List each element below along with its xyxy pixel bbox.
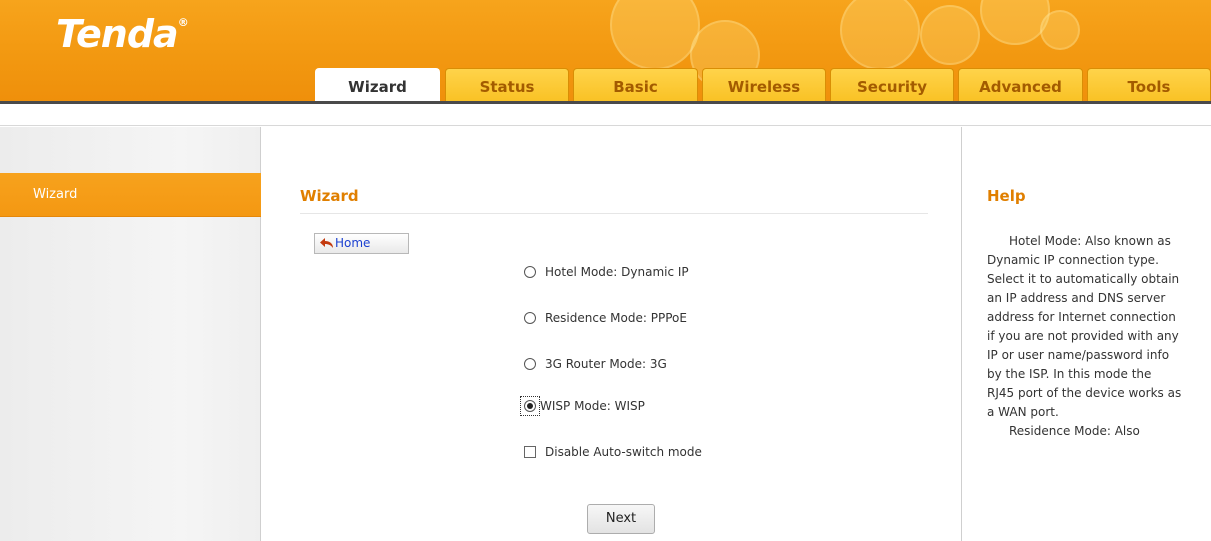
home-button[interactable]: Home [314, 233, 409, 254]
option-label: Disable Auto-switch mode [545, 445, 702, 459]
tab-tools[interactable]: Tools [1087, 68, 1211, 101]
help-panel: Help Hotel Mode: Also known as Dynamic I… [961, 127, 1211, 541]
radio-3g-router-mode[interactable]: 3G Router Mode: 3G [524, 355, 724, 373]
option-label: Residence Mode: PPPoE [545, 311, 687, 325]
checkbox-disable-auto-switch[interactable]: Disable Auto-switch mode [524, 443, 744, 461]
decor-bubble [980, 0, 1050, 45]
tab-basic[interactable]: Basic [573, 68, 698, 101]
decor-bubble [1040, 10, 1080, 50]
tab-status[interactable]: Status [445, 68, 569, 101]
home-button-label: Home [335, 236, 371, 250]
radio-hotel-mode[interactable]: Hotel Mode: Dynamic IP [524, 263, 724, 281]
radio-indicator[interactable] [524, 266, 536, 278]
radio-indicator[interactable] [524, 358, 536, 370]
option-label: Hotel Mode: Dynamic IP [545, 265, 689, 279]
sidebar-item-wizard[interactable]: Wizard [0, 173, 261, 217]
radio-residence-mode[interactable]: Residence Mode: PPPoE [524, 309, 724, 327]
tab-security[interactable]: Security [830, 68, 954, 101]
main-content: Wizard Home Hotel Mode: Dynamic IP Resid… [262, 127, 960, 541]
tab-wizard[interactable]: Wizard [315, 68, 440, 102]
radio-indicator[interactable] [524, 312, 536, 324]
radio-wisp-mode[interactable]: WISP Mode: WISP [520, 396, 724, 416]
subheader-bar [0, 104, 1211, 126]
page-title: Wizard [300, 187, 359, 205]
sidebar: Wizard [0, 127, 261, 541]
registered-mark: ® [177, 16, 189, 29]
help-paragraph: Residence Mode: Also [1009, 424, 1140, 438]
decor-bubble [610, 0, 700, 70]
option-label: WISP Mode: WISP [540, 399, 645, 413]
home-arrow-icon [320, 238, 333, 248]
tab-wireless[interactable]: Wireless [702, 68, 826, 101]
tenda-logo: Tenda® [56, 12, 189, 56]
help-text: Hotel Mode: Also known as Dynamic IP con… [987, 232, 1182, 441]
title-divider [300, 213, 928, 214]
decor-bubble [920, 5, 980, 65]
tab-advanced[interactable]: Advanced [958, 68, 1083, 101]
help-paragraph: Hotel Mode: Also known as Dynamic IP con… [987, 234, 1182, 419]
checkbox-indicator[interactable] [524, 446, 536, 458]
header-banner: Tenda® Wizard Status Basic Wireless Secu… [0, 0, 1211, 104]
decor-bubble [840, 0, 920, 70]
logo-text: Tenda [56, 12, 179, 56]
help-title: Help [987, 187, 1026, 205]
option-label: 3G Router Mode: 3G [545, 357, 667, 371]
next-button[interactable]: Next [587, 504, 655, 534]
radio-indicator-checked[interactable] [524, 400, 536, 412]
